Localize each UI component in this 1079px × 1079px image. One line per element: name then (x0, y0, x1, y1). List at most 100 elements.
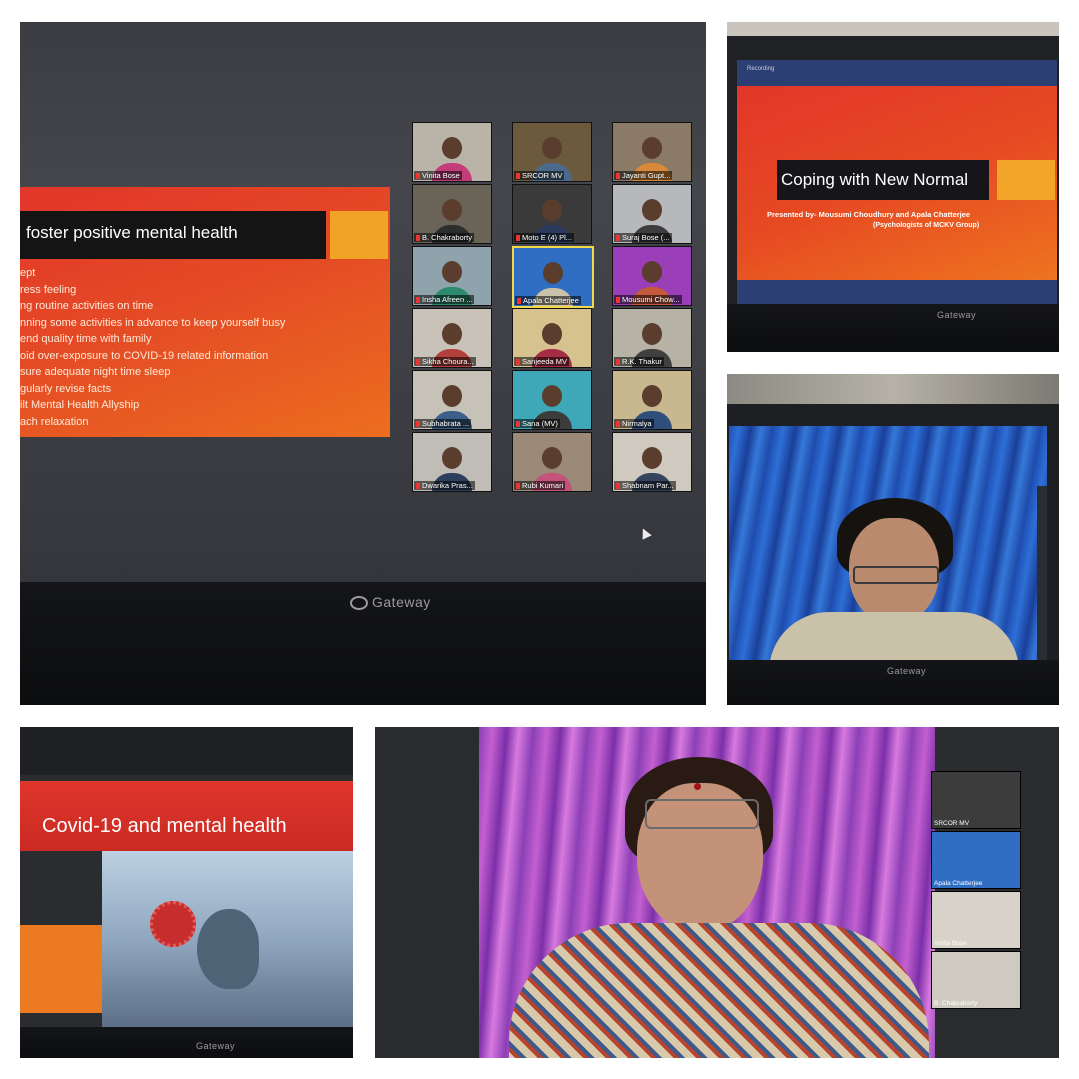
monitor-screen: Recording Coping with New Normal Present… (737, 60, 1057, 304)
recording-indicator: Recording (747, 66, 775, 72)
participant-tile[interactable]: Sanjeeda MV (512, 308, 592, 368)
monitor-screen: Covid-19 and mental health (20, 775, 353, 1027)
slide-accent-block (20, 925, 106, 1013)
participant-head (542, 385, 562, 407)
participant-head (442, 323, 462, 345)
monitor-bezel: Gateway (727, 660, 1059, 705)
slide-bullet: ress feeling (20, 283, 77, 296)
participant-tile[interactable]: Subhabrata ... (412, 370, 492, 430)
participant-name: Apala Chatterjee (934, 880, 983, 887)
head-silhouette-icon (197, 909, 259, 989)
slide-bullet-list: ept ress feeling ng routine activities on … (20, 265, 285, 430)
participant-name: Apala Chatterjee (515, 296, 581, 305)
monitor-screen: foster positive mental health ept ress fe… (20, 22, 706, 582)
participant-head (442, 261, 462, 283)
slide-bullet: oid over-exposure to COVID-19 related in… (20, 349, 269, 362)
participant-tile[interactable]: Vinita Bose (412, 122, 492, 182)
monitor-brand: Gateway (937, 310, 977, 320)
participant-head (442, 385, 462, 407)
participant-tile[interactable]: SRCOR MV (931, 771, 1021, 829)
participant-tile[interactable]: Suraj Bose (... (612, 184, 692, 244)
participant-name: Shabnam Par... (614, 481, 676, 490)
slide-bullet: gularly revise facts (20, 382, 112, 395)
participant-tile[interactable]: Sikha Choura... (412, 308, 492, 368)
monitor-brand: Gateway (196, 1041, 236, 1051)
photo-zoom-gallery-slide: foster positive mental health ept ress fe… (20, 22, 706, 705)
participant-tile[interactable]: Shabnam Par... (612, 432, 692, 492)
slide-title: foster positive mental health (26, 223, 238, 242)
participant-name: Dwarika Pras... (414, 481, 475, 490)
monitor-screen (479, 727, 935, 1058)
participant-name: Sana (MV) (514, 419, 560, 428)
slide-bullet: sure adequate night time sleep (20, 366, 171, 378)
participant-head (542, 323, 562, 345)
participant-name: R.K. Thakur (614, 357, 664, 366)
slide-illustration (102, 851, 353, 1027)
participant-tile[interactable]: Jayanti Gupt... (612, 122, 692, 182)
mouse-cursor-icon (638, 526, 652, 540)
slide-bullet: end quality time with family (20, 333, 152, 345)
window-background (727, 374, 1059, 404)
slide-presenters: Presented by- Mousumi Choudhury and Apal… (767, 210, 971, 219)
participant-name: SRCOR MV (514, 171, 565, 180)
slide-bullet: ept (20, 267, 36, 279)
photo-covid-slide: Covid-19 and mental health Gateway (20, 727, 353, 1058)
participant-name: Mousumi Chow... (614, 295, 682, 304)
participant-name: Jayanti Gupt... (614, 171, 673, 180)
monitor-bezel: Gateway (727, 304, 1059, 352)
participant-name: Nirmalya (614, 419, 654, 428)
participant-head (543, 262, 563, 284)
participant-name: SRCOR MV (934, 820, 970, 827)
participant-tile[interactable]: Apala Chatterjee (931, 831, 1021, 889)
participant-tile[interactable]: Insha Afreen ... (412, 246, 492, 306)
slide-bullet: ach relaxation (20, 415, 89, 428)
participant-strip: SRCOR MV Apala Chatterjee Vinita Bose B. Ch… (931, 771, 1021, 1011)
participant-head (642, 385, 662, 407)
participant-tile[interactable]: R.K. Thakur (612, 308, 692, 368)
presentation-slide: foster positive mental health ept ress fe… (20, 187, 390, 437)
monitor-bezel: Gateway (20, 582, 706, 705)
participant-strip (1037, 486, 1047, 660)
glasses-icon (853, 566, 939, 584)
glasses-icon (645, 799, 759, 829)
participant-name: Suraj Bose (... (614, 233, 672, 242)
participant-head (442, 199, 462, 221)
participant-head (542, 199, 562, 221)
participant-name: Sanjeeda MV (514, 357, 570, 366)
participant-name: Vinita Bose (414, 171, 462, 180)
participant-head (442, 447, 462, 469)
participant-tile[interactable]: Vinita Bose (931, 891, 1021, 949)
participant-tile[interactable]: SRCOR MV (512, 122, 592, 182)
monitor-bezel: Gateway (20, 1027, 353, 1058)
person-torso (769, 612, 1019, 660)
photo-title-slide: Recording Coping with New Normal Present… (727, 22, 1059, 352)
monitor-brand: Gateway (350, 594, 431, 611)
participant-tile[interactable]: Rubi Kumari (512, 432, 592, 492)
participant-head (642, 447, 662, 469)
participant-head (642, 137, 662, 159)
participant-name: Vinita Bose (934, 940, 967, 947)
participant-tile[interactable]: B. Chakraborty (412, 184, 492, 244)
participant-tile[interactable]: Apala Chatterjee (512, 246, 594, 308)
participant-head (642, 199, 662, 221)
participant-tile[interactable]: Mousumi Chow... (612, 246, 692, 306)
participant-name: Moto E (4) Pl... (514, 233, 575, 242)
monitor-brand: Gateway (887, 666, 927, 676)
slide-accent-block (997, 160, 1055, 200)
participant-tile[interactable]: Moto E (4) Pl... (512, 184, 592, 244)
participant-tile[interactable]: Sana (MV) (512, 370, 592, 430)
bindi-icon (694, 783, 701, 790)
participant-name: B. Chakraborty (414, 233, 475, 242)
participant-tile[interactable]: B. Chakraborty (931, 951, 1021, 1009)
person-sari (509, 923, 929, 1058)
slide-title: Coping with New Normal (781, 170, 969, 189)
participant-tile[interactable]: Nirmalya (612, 370, 692, 430)
participant-head (542, 447, 562, 469)
monitor-screen (729, 426, 1047, 660)
slide-bullet: nning some activities in advance to keep… (20, 316, 286, 329)
participant-name: Rubi Kumari (514, 481, 566, 490)
participant-name: Subhabrata ... (414, 419, 472, 428)
participant-tile[interactable]: Dwarika Pras... (412, 432, 492, 492)
participant-head (642, 323, 662, 345)
slide-bullet: ng routine activities on time (20, 300, 154, 312)
